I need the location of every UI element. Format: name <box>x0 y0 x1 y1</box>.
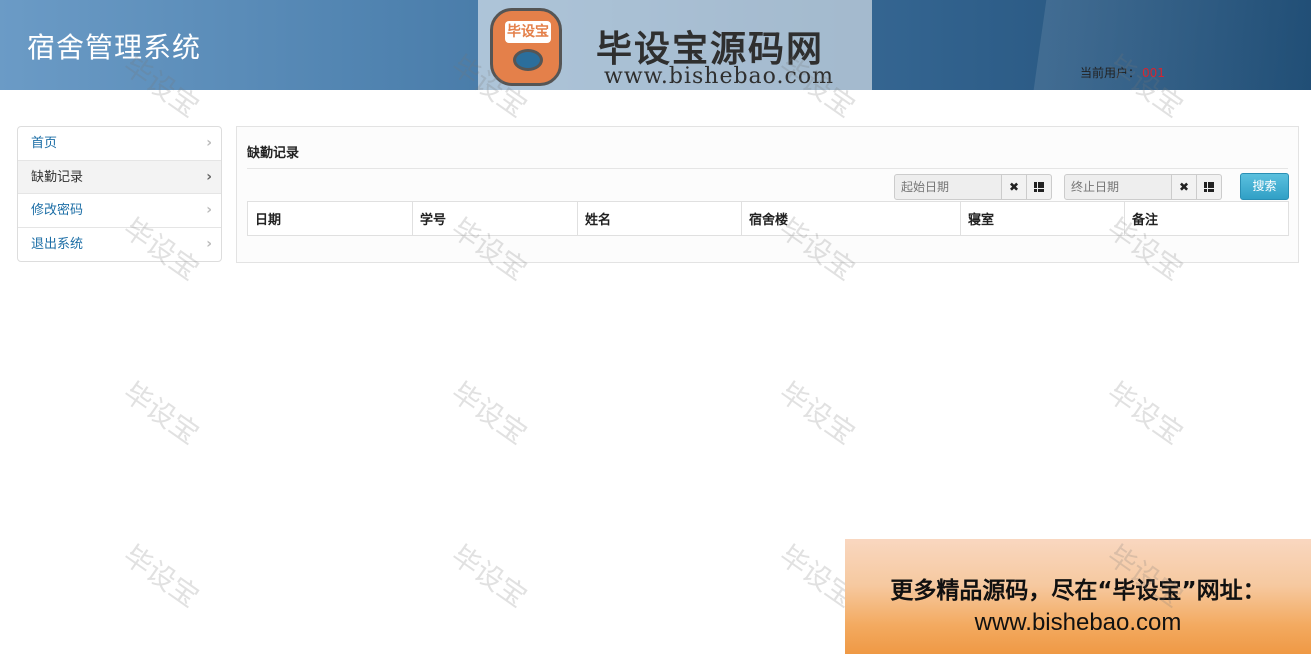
column-header-room[interactable]: 寝室 <box>960 201 1125 236</box>
watermark-text: 毕设宝 <box>117 538 206 614</box>
chevron-right-icon: › <box>206 235 212 252</box>
current-user-label: 当前用户： <box>1080 66 1141 80</box>
end-date-calendar-button[interactable] <box>1197 174 1222 200</box>
logo-icon: 毕设宝 <box>490 8 562 86</box>
sidebar-item-label: 缺勤记录 <box>31 169 84 185</box>
watermark-logo-banner: 毕设宝 毕设宝源码网 www.bishebao.com <box>478 0 872 90</box>
sidebar-item-change-password[interactable]: 修改密码 › <box>18 194 221 228</box>
page-title: 缺勤记录 <box>247 146 300 161</box>
promo-url: www.bishebao.com <box>974 609 1182 636</box>
calendar-grid-icon <box>1034 181 1044 192</box>
logo-icon-label: 毕设宝 <box>505 21 551 43</box>
absence-records-table: 日期 学号 姓名 宿舍楼 寝室 备注 <box>247 201 1289 236</box>
table-header-row: 日期 学号 姓名 宿舍楼 寝室 备注 <box>247 201 1289 236</box>
absence-records-panel: 缺勤记录 ✖ ✖ 搜索 日期 学号 姓名 宿舍楼 寝室 备注 <box>236 126 1299 263</box>
watermark-text: 毕设宝 <box>773 375 862 451</box>
header-sheen <box>1032 0 1311 90</box>
calendar-grid-icon <box>1204 181 1214 192</box>
sidebar-item-label: 修改密码 <box>31 203 84 218</box>
sidebar-item-absence-records[interactable]: 缺勤记录 › <box>18 160 221 194</box>
search-button[interactable]: 搜索 <box>1240 173 1289 200</box>
watermark-text: 毕设宝 <box>1101 375 1190 451</box>
chevron-right-icon: › <box>206 135 212 151</box>
end-date-picker: ✖ <box>1064 174 1222 200</box>
start-date-calendar-button[interactable] <box>1027 174 1052 200</box>
clear-start-date-button[interactable]: ✖ <box>1002 174 1027 200</box>
chevron-right-icon: › <box>206 168 212 185</box>
current-user: 当前用户： 001 <box>1080 64 1165 81</box>
column-header-remark[interactable]: 备注 <box>1124 201 1289 236</box>
end-date-input[interactable] <box>1064 174 1172 200</box>
start-date-input[interactable] <box>894 174 1002 200</box>
column-header-name[interactable]: 姓名 <box>577 201 742 236</box>
app-title: 宿舍管理系统 <box>27 31 202 64</box>
sidebar-item-home[interactable]: 首页 › <box>18 127 221 161</box>
sidebar-nav: 首页 › 缺勤记录 › 修改密码 › 退出系统 › <box>17 126 222 262</box>
watermark-text: 毕设宝 <box>117 375 206 451</box>
column-header-student-id[interactable]: 学号 <box>412 201 578 236</box>
watermark-text: 毕设宝 <box>445 538 534 614</box>
column-header-date[interactable]: 日期 <box>247 201 413 236</box>
current-user-name[interactable]: 001 <box>1142 66 1165 80</box>
promo-text: 更多精品源码，尽在“毕设宝”网址： <box>890 578 1266 604</box>
column-header-building[interactable]: 宿舍楼 <box>741 201 961 236</box>
chevron-right-icon: › <box>206 202 212 218</box>
clear-end-date-button[interactable]: ✖ <box>1172 174 1197 200</box>
close-icon: ✖ <box>1178 180 1190 194</box>
sidebar-item-logout[interactable]: 退出系统 › <box>18 228 221 262</box>
logo-url: www.bishebao.com <box>604 64 834 89</box>
sidebar-item-label: 退出系统 <box>31 236 84 252</box>
promo-banner[interactable]: 更多精品源码，尽在“毕设宝”网址： www.bishebao.com <box>845 539 1311 654</box>
sidebar-item-label: 首页 <box>31 136 58 151</box>
divider <box>247 168 1288 169</box>
watermark-text: 毕设宝 <box>445 375 534 451</box>
close-icon: ✖ <box>1008 180 1020 194</box>
start-date-picker: ✖ <box>894 174 1052 200</box>
logo-disc <box>513 49 543 71</box>
